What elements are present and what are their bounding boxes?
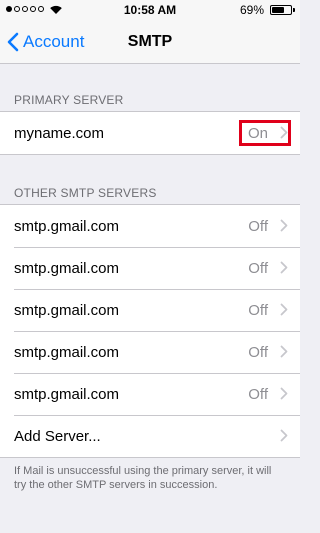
server-name: myname.com (14, 124, 105, 142)
smtp-server-row[interactable]: smtp.gmail.com Off (0, 373, 300, 415)
server-status: Off (248, 301, 268, 319)
primary-server-group: myname.com On (0, 111, 300, 155)
server-status: Off (248, 259, 268, 277)
battery-icon (270, 5, 295, 15)
chevron-right-icon (280, 219, 288, 232)
add-server-label: Add Server... (14, 427, 101, 445)
smtp-server-row[interactable]: smtp.gmail.com Off (0, 247, 300, 289)
battery-percentage: 69% (239, 3, 264, 17)
highlight-box (239, 120, 291, 146)
chevron-right-icon (280, 261, 288, 274)
chevron-right-icon (280, 345, 288, 358)
chevron-right-icon (280, 303, 288, 316)
status-bar: 10:58 AM 69% (0, 0, 300, 20)
primary-server-row[interactable]: myname.com On (0, 112, 300, 154)
server-status: Off (248, 343, 268, 361)
smtp-server-row[interactable]: smtp.gmail.com Off (0, 205, 300, 247)
add-server-button[interactable]: Add Server... (0, 415, 300, 457)
smtp-server-row[interactable]: smtp.gmail.com Off (0, 331, 300, 373)
other-servers-group: smtp.gmail.com Off smtp.gmail.com Off sm… (0, 204, 300, 458)
footer-note: If Mail is unsuccessful using the primar… (14, 465, 272, 491)
server-name: smtp.gmail.com (14, 259, 120, 277)
server-status: Off (248, 217, 268, 235)
primary-server-header: PRIMARY SERVER (14, 93, 124, 107)
chevron-right-icon (280, 429, 288, 442)
server-status: Off (248, 385, 268, 403)
server-name: smtp.gmail.com (14, 217, 120, 235)
server-name: smtp.gmail.com (14, 385, 120, 403)
server-name: smtp.gmail.com (14, 301, 120, 319)
chevron-right-icon (280, 387, 288, 400)
server-name: smtp.gmail.com (14, 343, 120, 361)
smtp-server-row[interactable]: smtp.gmail.com Off (0, 289, 300, 331)
navigation-bar: Account SMTP (0, 20, 300, 64)
page-title: SMTP (127, 33, 173, 50)
other-servers-header: OTHER SMTP SERVERS (14, 186, 157, 200)
